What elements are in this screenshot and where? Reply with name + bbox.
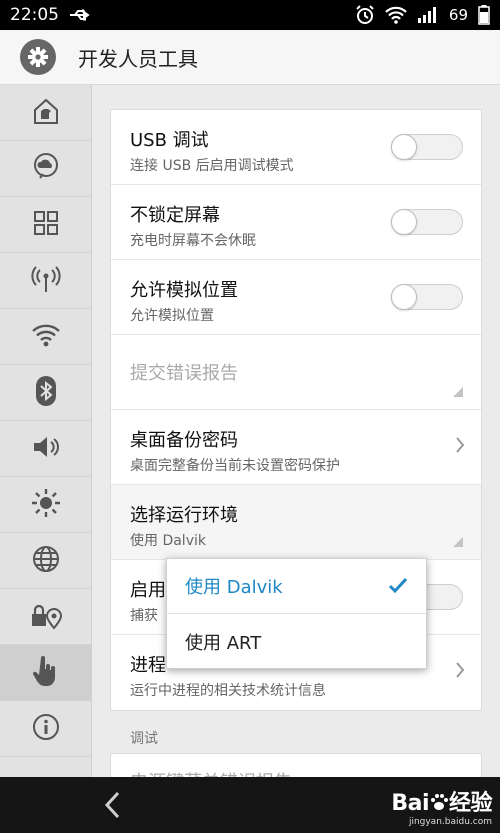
runtime-subtitle: 使用 Dalvik	[130, 533, 206, 549]
settings-sidebar	[0, 85, 92, 777]
dropdown-corner-icon	[453, 382, 463, 401]
settings-content: USB 调试 连接 USB 后启用调试模式 不锁定屏幕 充电时屏幕不会休眠 允许…	[92, 85, 500, 777]
sidebar-item-sound[interactable]	[0, 421, 91, 477]
stay-awake-title: 不锁定屏幕	[130, 205, 220, 226]
dropdown-corner-icon	[453, 532, 463, 551]
debug-section-label: 调试	[130, 731, 158, 747]
paw-icon	[429, 791, 449, 816]
bug-report-row: 提交错误报告	[111, 335, 481, 410]
hidden-option-subtitle: 捕获	[130, 608, 158, 624]
home-shirt-icon	[31, 96, 61, 130]
wifi-status-icon	[385, 6, 407, 24]
sidebar-item-network[interactable]	[0, 253, 91, 309]
grid-icon	[32, 209, 60, 241]
process-stats-title: 进程	[130, 655, 166, 676]
sidebar-item-language[interactable]	[0, 533, 91, 589]
sidebar-item-developer[interactable]	[0, 645, 91, 701]
title-bar: 开发人员工具	[0, 30, 500, 85]
usb-icon	[69, 8, 93, 22]
runtime-title: 选择运行环境	[130, 505, 238, 526]
sidebar-item-about[interactable]	[0, 701, 91, 757]
mock-location-row[interactable]: 允许模拟位置 允许模拟位置	[111, 260, 481, 335]
process-stats-subtitle: 运行中进程的相关技术统计信息	[130, 683, 326, 699]
sidebar-item-theme[interactable]	[0, 85, 91, 141]
watermark-brand: Bai	[391, 791, 429, 816]
mock-location-subtitle: 允许模拟位置	[130, 308, 214, 324]
mock-location-title: 允许模拟位置	[130, 280, 238, 301]
status-time: 22:05	[10, 5, 59, 25]
alarm-icon	[355, 5, 375, 25]
hidden-option-title: 启用	[130, 580, 166, 601]
usb-debug-title: USB 调试	[130, 130, 209, 151]
page-title: 开发人员工具	[78, 46, 198, 71]
runtime-option-label: 使用 ART	[185, 632, 262, 654]
navigation-bar: Bai 经验 jingyan.baidu.com	[0, 777, 500, 833]
hand-pointer-icon	[32, 655, 60, 691]
bug-report-title: 提交错误报告	[130, 363, 238, 384]
signal-icon	[417, 6, 439, 24]
runtime-row[interactable]: 选择运行环境 使用 Dalvik	[111, 485, 481, 560]
watermark-logo: Bai 经验 jingyan.baidu.com	[391, 785, 492, 827]
power-menu-bug-report-title: 电源键菜单错误报告	[130, 768, 292, 777]
brightness-icon	[30, 487, 62, 523]
stay-awake-toggle[interactable]	[391, 209, 463, 235]
battery-level: 69	[448, 6, 468, 24]
runtime-option-art[interactable]: 使用 ART	[167, 614, 426, 669]
battery-icon	[478, 5, 490, 25]
sidebar-item-cloud[interactable]	[0, 141, 91, 197]
stay-awake-row[interactable]: 不锁定屏幕 充电时屏幕不会休眠	[111, 185, 481, 260]
back-arrow-icon[interactable]	[103, 791, 121, 823]
wifi-icon	[31, 322, 61, 352]
chevron-right-icon	[455, 661, 465, 683]
runtime-option-label: 使用 Dalvik	[185, 577, 283, 598]
watermark-url: jingyan.baidu.com	[408, 817, 492, 827]
checkmark-icon	[388, 576, 408, 599]
usb-debug-row[interactable]: USB 调试 连接 USB 后启用调试模式	[111, 110, 481, 185]
sidebar-item-bluetooth[interactable]	[0, 365, 91, 421]
sidebar-item-privacy[interactable]	[0, 589, 91, 645]
runtime-option-dalvik[interactable]: 使用 Dalvik	[167, 559, 426, 614]
info-icon	[32, 713, 60, 745]
gear-icon[interactable]	[20, 39, 56, 75]
status-bar: 22:05 69	[0, 0, 500, 30]
volume-icon	[31, 434, 61, 464]
watermark-suffix: 经验	[448, 791, 493, 816]
power-menu-bug-report-row: 电源键菜单错误报告	[110, 753, 482, 777]
cloud-chat-icon	[31, 152, 61, 186]
sidebar-item-display[interactable]	[0, 477, 91, 533]
antenna-icon	[30, 264, 61, 298]
stay-awake-subtitle: 充电时屏幕不会休眠	[130, 233, 256, 249]
lock-location-icon	[30, 600, 62, 634]
backup-password-subtitle: 桌面完整备份当前未设置密码保护	[130, 458, 340, 474]
backup-password-row[interactable]: 桌面备份密码 桌面完整备份当前未设置密码保护	[111, 410, 481, 485]
runtime-popup-menu: 使用 Dalvik 使用 ART	[166, 558, 427, 669]
usb-debug-subtitle: 连接 USB 后启用调试模式	[130, 158, 294, 174]
chevron-right-icon	[455, 436, 465, 458]
sidebar-item-apps[interactable]	[0, 197, 91, 253]
backup-password-title: 桌面备份密码	[130, 430, 238, 451]
globe-icon	[31, 544, 61, 578]
usb-debug-toggle[interactable]	[391, 134, 463, 160]
bluetooth-icon	[33, 375, 59, 411]
mock-location-toggle[interactable]	[391, 284, 463, 310]
sidebar-item-wifi[interactable]	[0, 309, 91, 365]
